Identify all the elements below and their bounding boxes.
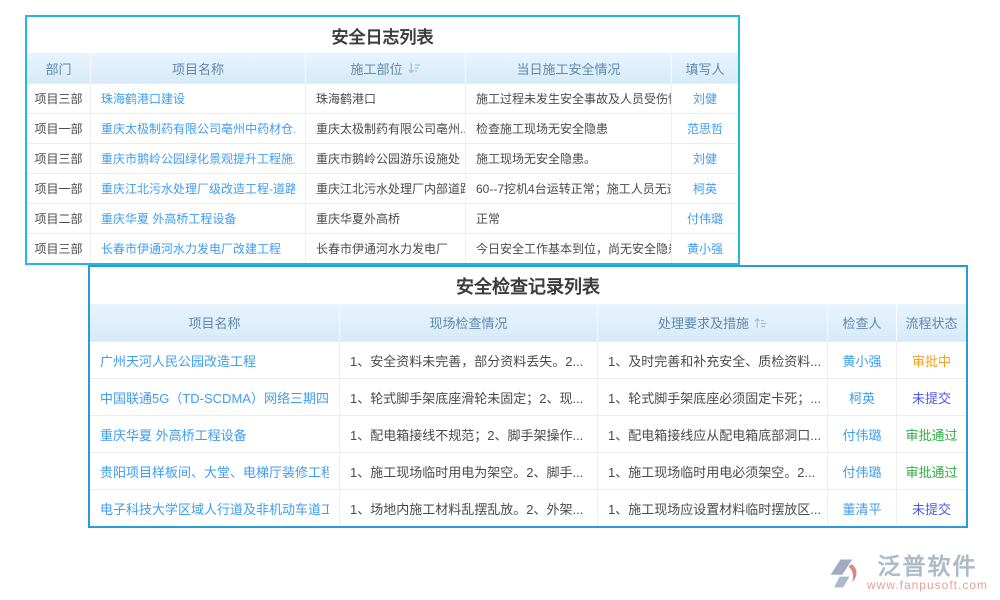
safety-inspection-table: 安全检查记录列表 项目名称 现场检查情况 处理要求及措施 检查人 流程状态 广州…: [88, 265, 968, 528]
status-badge: 未提交: [912, 388, 951, 407]
part-cell: 长春市伊通河水力发电厂: [306, 234, 466, 263]
part-cell: 重庆江北污水处理厂内部道路: [306, 174, 466, 203]
project-link[interactable]: 珠海鹤港口建设: [101, 90, 185, 107]
inspector-link[interactable]: 柯英: [849, 388, 875, 407]
daily-safety-cell: 施工过程未发生安全事故及人员受伤情况: [466, 84, 672, 113]
project-link[interactable]: 重庆市鹅岭公园绿化景观提升工程施工: [101, 150, 295, 167]
table-row: 项目一部 重庆太极制药有限公司亳州中药材仓... 重庆太极制药有限公司亳州...…: [27, 113, 738, 143]
site-check-cell: 1、场地内施工材料乱摆乱放。2、外架...: [340, 490, 598, 526]
writer-link[interactable]: 柯英: [693, 180, 717, 197]
measures-cell: 1、施工现场临时用电必须架空。2...: [598, 453, 828, 489]
dept-cell: 项目一部: [27, 114, 91, 143]
project-link[interactable]: 重庆太极制药有限公司亳州中药材仓...: [101, 120, 295, 137]
writer-link[interactable]: 范思哲: [687, 120, 723, 137]
site-check-cell: 1、轮式脚手架底座滑轮未固定；2、现...: [340, 379, 598, 415]
project-link[interactable]: 广州天河人民公园改造工程: [100, 351, 256, 370]
status-badge: 审批中: [912, 351, 951, 370]
column-header-inspector: 检查人: [828, 304, 897, 341]
inspector-link[interactable]: 董清平: [842, 499, 881, 518]
column-header-site-check: 现场检查情况: [340, 304, 598, 341]
part-cell: 重庆华夏外高桥: [306, 204, 466, 233]
site-check-cell: 1、安全资料未完善，部分资料丢失。2...: [340, 342, 598, 378]
brand-name: 泛普软件: [867, 554, 988, 578]
writer-link[interactable]: 付伟璐: [687, 210, 723, 227]
safety-inspection-title: 安全检查记录列表: [90, 267, 966, 304]
column-header-part[interactable]: 施工部位: [306, 53, 466, 83]
table-row: 项目一部 重庆江北污水处理厂级改造工程-道路... 重庆江北污水处理厂内部道路 …: [27, 173, 738, 203]
table-row: 贵阳项目样板间、大堂、电梯厅装修工程 1、施工现场临时用电为架空。2、脚手...…: [90, 452, 966, 489]
project-link[interactable]: 贵阳项目样板间、大堂、电梯厅装修工程: [100, 462, 329, 481]
table-row: 项目三部 珠海鹤港口建设 珠海鹤港口 施工过程未发生安全事故及人员受伤情况 刘健: [27, 83, 738, 113]
site-check-cell: 1、施工现场临时用电为架空。2、脚手...: [340, 453, 598, 489]
safety-inspection-header-row: 项目名称 现场检查情况 处理要求及措施 检查人 流程状态: [90, 304, 966, 341]
column-header-measures[interactable]: 处理要求及措施: [598, 304, 828, 341]
inspector-link[interactable]: 黄小强: [842, 351, 881, 370]
daily-safety-cell: 今日安全工作基本到位，尚无安全隐患...: [466, 234, 672, 263]
status-badge: 未提交: [912, 499, 951, 518]
column-header-daily-safety: 当日施工安全情况: [466, 53, 672, 83]
dept-cell: 项目三部: [27, 234, 91, 263]
table-row: 项目三部 重庆市鹅岭公园绿化景观提升工程施工 重庆市鹅岭公园游乐设施处 施工现场…: [27, 143, 738, 173]
project-link[interactable]: 中国联通5G（TD-SCDMA）网络三期四...: [100, 388, 329, 407]
table-row: 项目二部 重庆华夏 外高桥工程设备 重庆华夏外高桥 正常 付伟璐: [27, 203, 738, 233]
table-row: 重庆华夏 外高桥工程设备 1、配电箱接线不规范；2、脚手架操作... 1、配电箱…: [90, 415, 966, 452]
safety-log-header-row: 部门 项目名称 施工部位 当日施工安全情况 填写人: [27, 53, 738, 83]
project-link[interactable]: 重庆华夏 外高桥工程设备: [100, 425, 247, 444]
project-link[interactable]: 重庆华夏 外高桥工程设备: [101, 210, 236, 227]
writer-link[interactable]: 刘健: [693, 90, 717, 107]
table-row: 项目三部 长春市伊通河水力发电厂改建工程 长春市伊通河水力发电厂 今日安全工作基…: [27, 233, 738, 263]
column-header-writer: 填写人: [672, 53, 738, 83]
status-badge: 审批通过: [905, 462, 957, 481]
inspector-link[interactable]: 付伟璐: [842, 462, 881, 481]
measures-cell: 1、轮式脚手架底座必须固定卡死；...: [598, 379, 828, 415]
daily-safety-cell: 检查施工现场无安全隐患: [466, 114, 672, 143]
table-row: 电子科技大学区域人行道及非机动车道工... 1、场地内施工材料乱摆乱放。2、外架…: [90, 489, 966, 526]
column-header-part-label: 施工部位: [350, 59, 402, 78]
dept-cell: 项目三部: [27, 84, 91, 113]
safety-log-title: 安全日志列表: [27, 17, 738, 53]
dept-cell: 项目三部: [27, 144, 91, 173]
measures-cell: 1、及时完善和补充安全、质检资料...: [598, 342, 828, 378]
inspector-link[interactable]: 付伟璐: [842, 425, 881, 444]
column-header-measures-label: 处理要求及措施: [658, 313, 749, 332]
brand-url: www.fanpusoft.com: [867, 578, 988, 592]
project-link[interactable]: 长春市伊通河水力发电厂改建工程: [101, 240, 281, 257]
part-cell: 重庆太极制药有限公司亳州...: [306, 114, 466, 143]
measures-cell: 1、施工现场应设置材料临时摆放区...: [598, 490, 828, 526]
part-cell: 珠海鹤港口: [306, 84, 466, 113]
column-header-project: 项目名称: [90, 304, 340, 341]
writer-link[interactable]: 黄小强: [687, 240, 723, 257]
daily-safety-cell: 60--7挖机4台运转正常；施工人员无违...: [466, 174, 672, 203]
fanpu-logo-icon: [827, 555, 863, 591]
table-row: 中国联通5G（TD-SCDMA）网络三期四... 1、轮式脚手架底座滑轮未固定；…: [90, 378, 966, 415]
daily-safety-cell: 施工现场无安全隐患。: [466, 144, 672, 173]
daily-safety-cell: 正常: [466, 204, 672, 233]
site-check-cell: 1、配电箱接线不规范；2、脚手架操作...: [340, 416, 598, 452]
table-row: 广州天河人民公园改造工程 1、安全资料未完善，部分资料丢失。2... 1、及时完…: [90, 341, 966, 378]
column-header-dept: 部门: [27, 53, 91, 83]
writer-link[interactable]: 刘健: [693, 150, 717, 167]
sort-asc-icon[interactable]: [754, 317, 767, 329]
sort-desc-icon[interactable]: [408, 62, 421, 74]
project-link[interactable]: 电子科技大学区域人行道及非机动车道工...: [100, 499, 329, 518]
dept-cell: 项目一部: [27, 174, 91, 203]
project-link[interactable]: 重庆江北污水处理厂级改造工程-道路...: [101, 180, 295, 197]
measures-cell: 1、配电箱接线应从配电箱底部洞口...: [598, 416, 828, 452]
dept-cell: 项目二部: [27, 204, 91, 233]
column-header-project: 项目名称: [91, 53, 306, 83]
column-header-flow-status: 流程状态: [897, 304, 966, 341]
status-badge: 审批通过: [905, 425, 957, 444]
part-cell: 重庆市鹅岭公园游乐设施处: [306, 144, 466, 173]
safety-log-table: 安全日志列表 部门 项目名称 施工部位 当日施工安全情况 填写人 项目三部 珠海…: [25, 15, 740, 265]
fanpu-watermark: 泛普软件 www.fanpusoft.com: [827, 554, 988, 592]
